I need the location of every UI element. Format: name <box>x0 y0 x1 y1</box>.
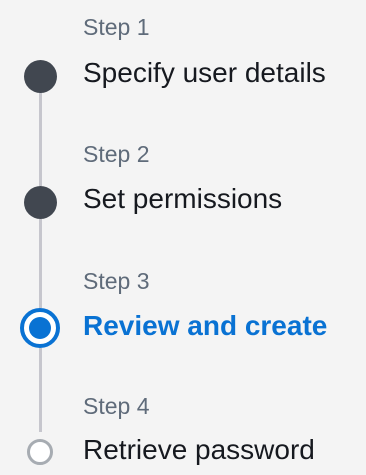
step-number-label: Step 1 <box>83 14 150 40</box>
step-connector <box>39 92 42 186</box>
step-label-retrieve-password: Retrieve password <box>83 434 315 465</box>
step-number-label: Step 2 <box>83 141 150 167</box>
upcoming-step-circle-icon <box>27 439 53 465</box>
completed-step-dot-icon <box>24 186 57 219</box>
wizard-steps-nav: Step 1 Specify user details Step 2 Set p… <box>0 0 366 475</box>
step-number-label: Step 4 <box>83 393 150 419</box>
step-link-set-permissions[interactable]: Set permissions <box>83 183 282 215</box>
current-step-dot-icon <box>20 308 60 348</box>
current-step-inner-dot-icon <box>29 317 51 339</box>
step-connector <box>39 348 42 432</box>
step-number-label: Step 3 <box>83 268 150 294</box>
completed-step-dot-icon <box>24 60 57 93</box>
step-connector <box>39 219 42 308</box>
step-link-specify-user-details[interactable]: Specify user details <box>83 57 326 89</box>
step-link-review-and-create[interactable]: Review and create <box>83 310 327 342</box>
